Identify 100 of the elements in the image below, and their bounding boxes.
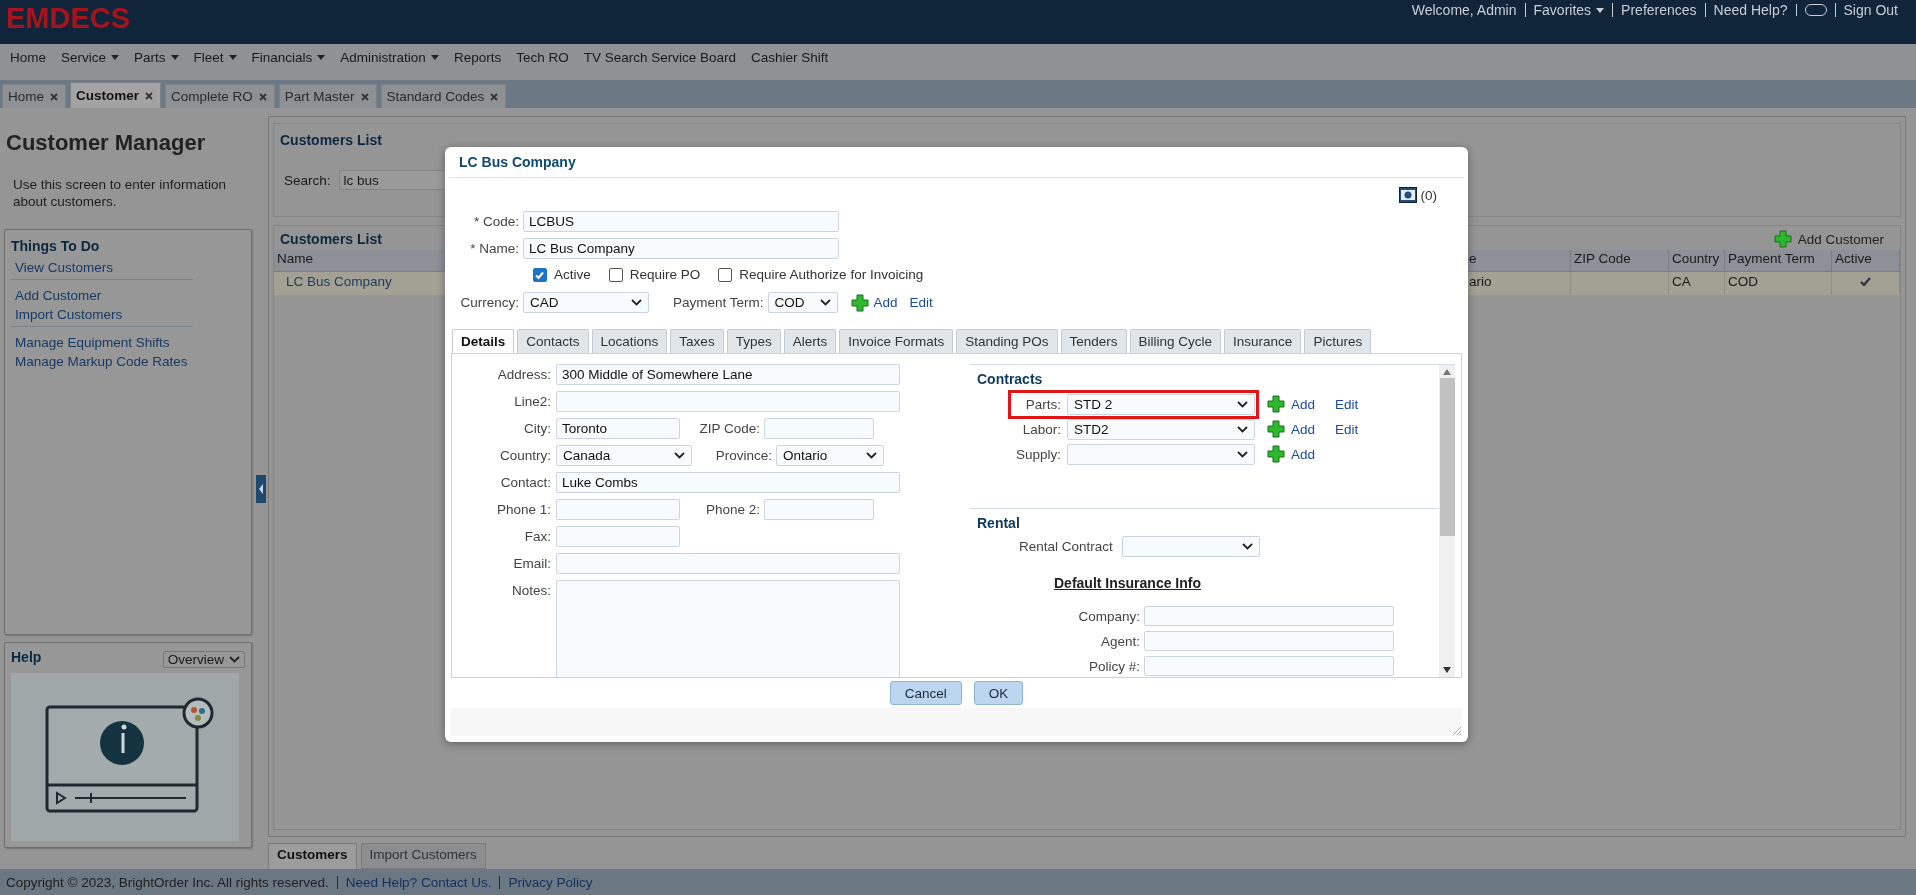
plus-icon[interactable] — [850, 293, 869, 312]
text-field[interactable]: 300 Middle of Somewhere Lane — [556, 364, 900, 385]
dialog-tab[interactable]: Taxes — [670, 329, 724, 353]
page-tab[interactable]: Customer — [70, 82, 162, 108]
page-tab[interactable]: Home — [2, 84, 66, 108]
highlight-box: Parts: STD 2 — [1012, 393, 1255, 415]
currency-select[interactable]: CAD — [523, 292, 649, 313]
contract-select[interactable]: STD 2 — [1067, 393, 1255, 415]
text-field[interactable] — [556, 391, 900, 412]
page-tab[interactable]: Part Master — [278, 84, 377, 108]
text-field[interactable] — [764, 499, 874, 520]
dialog-tab[interactable]: Insurance — [1224, 329, 1302, 353]
table-cell: ario — [1468, 272, 1571, 295]
text-field[interactable]: LCBUS — [523, 211, 839, 232]
task-link[interactable]: Import Customers — [15, 307, 193, 322]
text-field[interactable] — [556, 553, 900, 574]
text-field[interactable] — [1144, 656, 1394, 676]
header-link[interactable]: Need Help? — [1704, 3, 1796, 17]
text-field[interactable]: Toronto — [556, 418, 680, 439]
nav-menu-item[interactable]: Cashier Shift — [751, 50, 829, 65]
bottom-tab[interactable]: Import Customers — [360, 843, 486, 869]
text-field[interactable] — [556, 499, 680, 520]
text-field[interactable] — [556, 526, 680, 547]
task-link[interactable]: Add Customer — [15, 288, 193, 303]
nav-menu-item[interactable]: TV Search Service Board — [583, 50, 737, 65]
scroll-down-icon[interactable] — [1443, 667, 1451, 673]
nav-menu-item[interactable]: Reports — [453, 50, 502, 65]
dialog-tab[interactable]: Pictures — [1304, 329, 1372, 353]
dialog-tab[interactable]: Details — [452, 329, 515, 353]
add-link[interactable]: Add — [1291, 446, 1316, 462]
dialog-tab[interactable]: Billing Cycle — [1129, 329, 1222, 353]
column-header[interactable]: Payment Term — [1725, 250, 1832, 272]
checkbox[interactable] — [608, 267, 623, 282]
dialog-tab[interactable]: Tenders — [1060, 329, 1127, 353]
nav-menu-item[interactable]: Fleet — [193, 50, 237, 65]
checkbox[interactable] — [718, 267, 733, 282]
camera-icon[interactable] — [1398, 187, 1417, 203]
plus-icon[interactable] — [1267, 420, 1285, 438]
field-label: Payment Term: — [673, 295, 764, 310]
page-tab[interactable]: Standard Codes — [380, 84, 507, 108]
column-header[interactable]: ZIP Code — [1571, 250, 1669, 272]
resize-grip-icon[interactable] — [1452, 726, 1462, 736]
text-field[interactable]: LC Bus Company — [523, 238, 839, 259]
field-label: Phone 2: — [704, 501, 761, 519]
dialog-tab[interactable]: Types — [726, 329, 781, 353]
task-link[interactable]: View Customers — [15, 260, 193, 275]
nav-menu-item[interactable]: Tech RO — [516, 50, 569, 65]
page-tab[interactable]: Complete RO — [165, 84, 275, 108]
text-field[interactable] — [764, 418, 874, 439]
dialog-tab[interactable]: Invoice Formats — [839, 329, 954, 353]
dialog-tab[interactable]: Alerts — [783, 329, 837, 353]
nav-menu-item[interactable]: Service — [61, 50, 120, 65]
sign-out-link[interactable]: Sign Out — [1834, 3, 1906, 17]
nav-menu-item[interactable]: Home — [10, 50, 46, 65]
chevron-icon — [819, 299, 831, 306]
column-header[interactable]: e — [1468, 250, 1571, 272]
bottom-tab[interactable]: Customers — [268, 843, 357, 869]
notes-field[interactable] — [556, 580, 900, 677]
edit-link[interactable]: Edit — [909, 295, 933, 310]
dialog-tab[interactable]: Contacts — [517, 329, 589, 353]
dialog-tab[interactable]: Standing POs — [956, 329, 1058, 353]
close-icon[interactable] — [490, 92, 499, 101]
text-field[interactable] — [1144, 606, 1394, 626]
plus-icon[interactable] — [1267, 445, 1285, 463]
close-icon[interactable] — [145, 91, 154, 100]
header-link[interactable]: Preferences — [1612, 3, 1705, 17]
dialog-button[interactable]: OK — [973, 681, 1024, 705]
add-link[interactable]: Add — [1291, 396, 1316, 412]
edit-link[interactable]: Edit — [1335, 421, 1359, 437]
scroll-up-icon[interactable] — [1443, 369, 1451, 375]
add-link[interactable]: Add — [873, 295, 898, 310]
close-icon[interactable] — [258, 92, 267, 101]
column-header[interactable]: Active — [1832, 250, 1900, 272]
nav-menu-item[interactable]: Parts — [134, 50, 179, 65]
text-field[interactable] — [1144, 631, 1394, 651]
task-link[interactable]: Manage Equipment Shifts — [15, 335, 193, 350]
dialog-tab[interactable]: Locations — [591, 329, 668, 353]
nav-menu-item[interactable]: Administration — [340, 50, 439, 65]
task-link[interactable]: Manage Markup Code Rates — [15, 354, 193, 369]
contract-select[interactable]: STD2 — [1067, 418, 1255, 440]
nav-menu-item[interactable]: Financials — [251, 50, 326, 65]
column-header[interactable]: Country — [1669, 250, 1725, 272]
checkbox[interactable] — [533, 267, 547, 282]
plus-icon[interactable] — [1267, 395, 1285, 413]
video-player-drawing[interactable] — [11, 673, 239, 841]
close-icon[interactable] — [50, 92, 58, 101]
select-field[interactable]: Canada — [556, 445, 692, 466]
dialog-button[interactable]: Cancel — [889, 681, 962, 705]
field-label: ZIP Code: — [698, 420, 761, 438]
text-field[interactable]: Luke Combs — [556, 472, 900, 493]
close-icon[interactable] — [360, 92, 369, 101]
edit-link[interactable]: Edit — [1335, 396, 1359, 412]
add-customer-button[interactable]: Add Customer — [1773, 230, 1884, 248]
select-field[interactable]: Ontario — [776, 445, 884, 466]
header-link[interactable]: Favorites — [1524, 3, 1613, 17]
add-link[interactable]: Add — [1291, 421, 1316, 437]
topic-select[interactable]: Overview — [162, 650, 245, 668]
payment-term-select[interactable]: COD — [767, 292, 838, 313]
collapse-handle[interactable] — [256, 474, 266, 503]
scrollbar[interactable] — [1439, 365, 1455, 677]
